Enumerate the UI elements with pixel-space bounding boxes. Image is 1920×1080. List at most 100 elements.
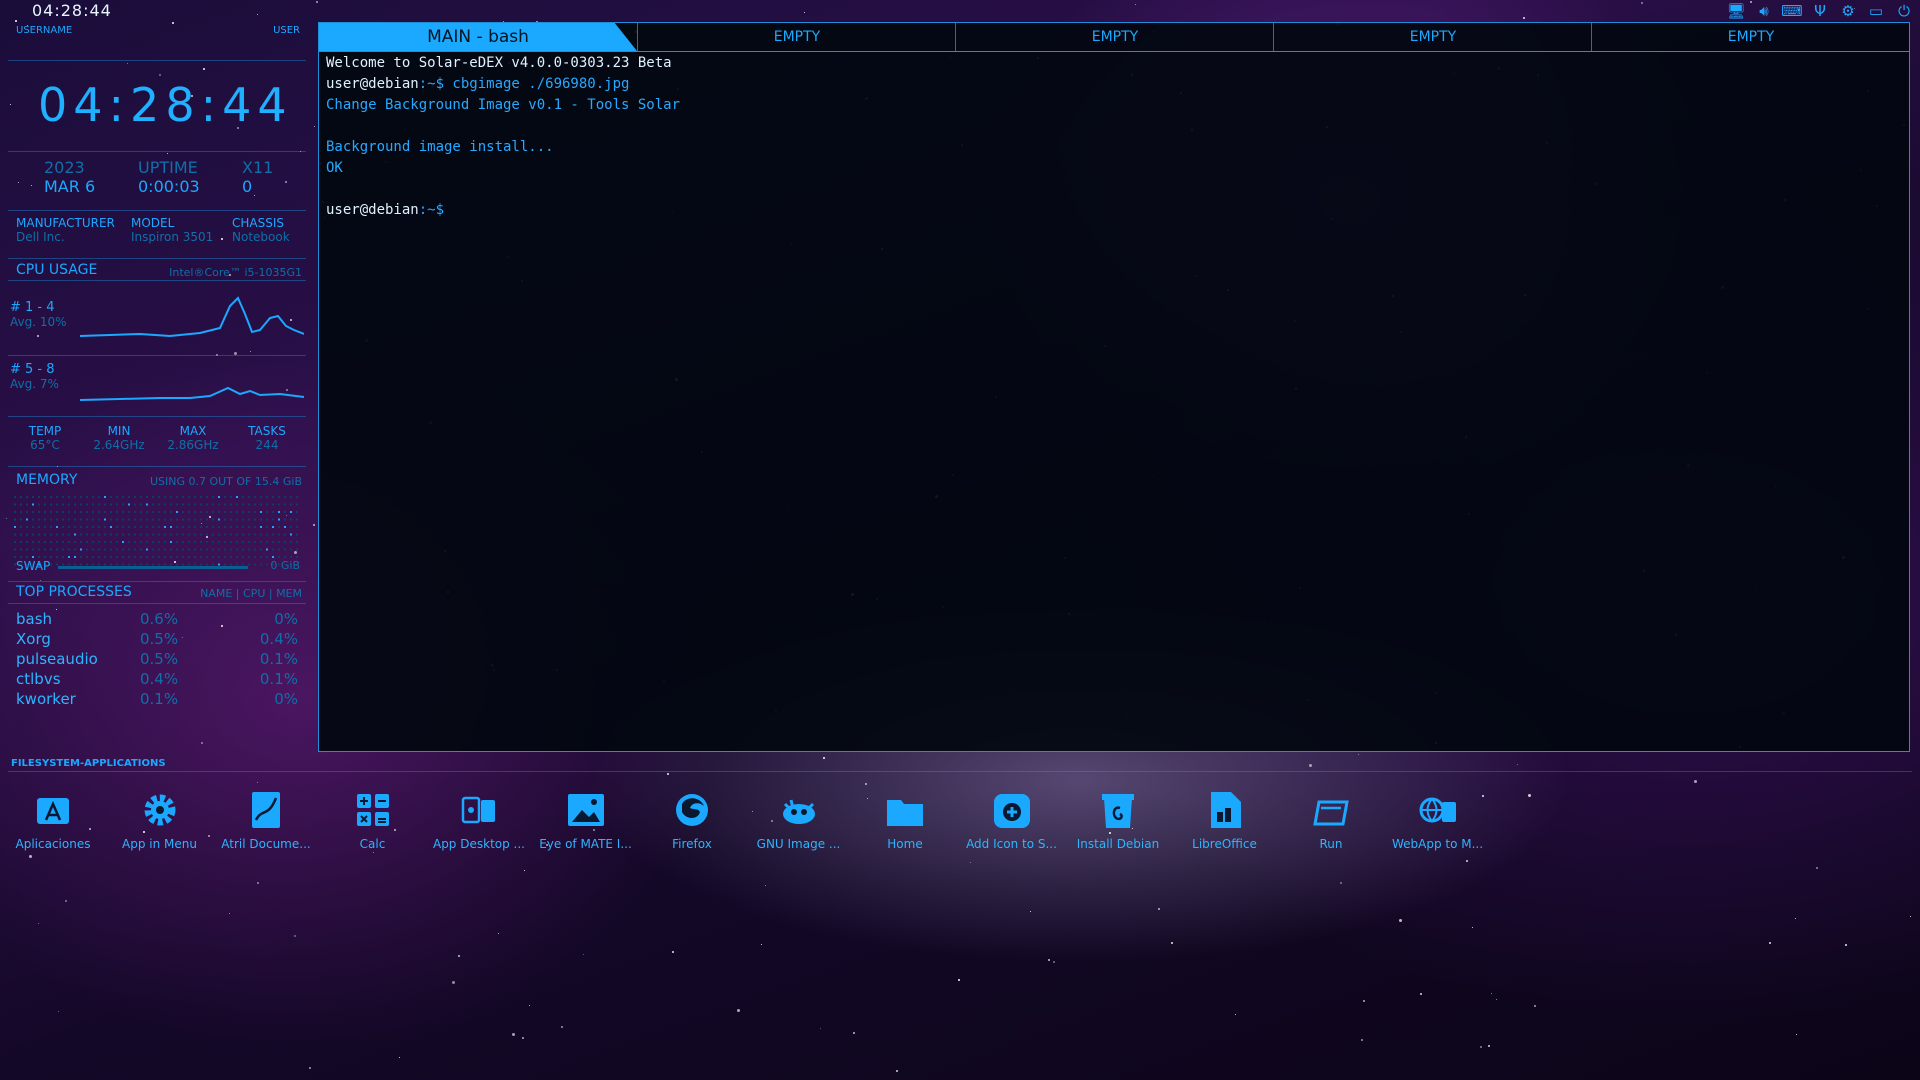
memory-cell [14, 503, 16, 506]
memory-cell [194, 533, 196, 536]
memory-cell [74, 526, 76, 528]
memory-cell [212, 548, 214, 551]
memory-cell [44, 518, 46, 521]
process-columns: NAME | CPU | MEM [200, 587, 302, 600]
power-icon[interactable]: ⏻ [1894, 2, 1914, 20]
dock-app-add-icon-to-s[interactable]: Add Icon to S... [959, 788, 1065, 851]
tab-empty-1[interactable]: EMPTY [637, 23, 956, 51]
memory-cell [212, 541, 214, 543]
memory-cell [38, 518, 40, 521]
memory-cell [14, 496, 16, 498]
memory-cell [194, 511, 196, 513]
memory-cell [80, 503, 82, 506]
memory-cell [296, 556, 298, 558]
memory-cell [122, 518, 124, 521]
memory-cell [98, 556, 100, 558]
terminal-window[interactable]: MAIN - bash EMPTY EMPTY EMPTY EMPTY Welc… [318, 22, 1910, 752]
tab-main-bash[interactable]: MAIN - bash [319, 23, 637, 51]
memory-cell [242, 541, 244, 543]
memory-cell [38, 526, 40, 528]
dock-app-install-debian[interactable]: Install Debian [1065, 788, 1171, 851]
memory-cell [266, 503, 268, 506]
memory-cell [266, 563, 268, 566]
dock-app-gnu-image[interactable]: GNU Image ... [746, 788, 852, 851]
memory-cell [230, 503, 232, 506]
memory-cell [92, 496, 94, 498]
firefox-icon [676, 794, 708, 826]
memory-cell [254, 563, 256, 566]
memory-cell [20, 533, 22, 536]
memory-cell [74, 556, 76, 558]
dock-app-firefox[interactable]: Firefox [639, 788, 745, 851]
memory-cell [62, 541, 64, 543]
memory-cell [80, 526, 82, 528]
memory-cell [20, 511, 22, 513]
memory-cell [86, 503, 88, 506]
dock-app-atril-docume[interactable]: Atril Docume... [213, 788, 319, 851]
tab-empty-4[interactable]: EMPTY [1591, 23, 1910, 51]
memory-cell [146, 533, 148, 536]
battery-icon[interactable]: ▭ [1866, 2, 1886, 20]
memory-cell [170, 503, 172, 506]
settings-icon[interactable]: ⚙︎ [1838, 2, 1858, 20]
memory-cell [92, 548, 94, 551]
dock-app-eye-of-mate-i[interactable]: Eye of MATE I... [533, 788, 639, 851]
memory-cell [164, 526, 166, 528]
usb-icon[interactable]: Ψ [1810, 2, 1830, 20]
memory-cell [14, 548, 16, 551]
memory-cell [248, 533, 250, 536]
memory-cell [80, 511, 82, 513]
terminal-output[interactable]: Welcome to Solar-eDEX v4.0.0-0303.23 Bet… [326, 53, 680, 221]
memory-cell [116, 496, 118, 498]
dock-app-home[interactable]: Home [852, 788, 958, 851]
memory-cell [146, 518, 148, 521]
memory-cell [116, 556, 118, 558]
dock-app-aplicaciones[interactable]: Aplicaciones [0, 788, 106, 851]
memory-cell [254, 556, 256, 558]
memory-cell [170, 496, 172, 498]
monitor-icon[interactable]: 🖥︎ [1726, 2, 1746, 20]
memory-cell [116, 548, 118, 551]
memory-cell [188, 526, 190, 528]
cpu-graph-1 [80, 296, 304, 338]
memory-cell [134, 503, 136, 506]
tab-empty-3[interactable]: EMPTY [1273, 23, 1592, 51]
process-row[interactable]: kworker 0.1% 0% [16, 690, 306, 710]
keyboard-icon[interactable]: ⌨︎ [1781, 2, 1803, 20]
memory-cell [152, 511, 154, 513]
memory-cell [68, 526, 70, 528]
process-row[interactable]: bash 0.6% 0% [16, 610, 306, 630]
memory-cell [278, 548, 280, 551]
memory-cell [26, 526, 28, 528]
memory-cell [272, 556, 274, 558]
memory-cell [44, 503, 46, 506]
memory-cell [98, 518, 100, 521]
dock-app-run[interactable]: Run [1278, 788, 1384, 851]
memory-cell [296, 503, 298, 506]
memory-cell [194, 526, 196, 528]
dock-app-libreoffice[interactable]: LibreOffice [1172, 788, 1278, 851]
memory-cell [110, 541, 112, 543]
gimp-icon [782, 799, 815, 824]
memory-cell [260, 541, 262, 543]
process-row[interactable]: Xorg 0.5% 0.4% [16, 630, 306, 650]
memory-cell [260, 563, 262, 566]
memory-cell [188, 533, 190, 536]
dock-app-app-desktop[interactable]: App Desktop ... [426, 788, 532, 851]
memory-cell [110, 526, 112, 528]
terminal-prompt-line[interactable]: user@debian:~$ [326, 200, 680, 221]
memory-cell [242, 548, 244, 551]
dock-app-webapp-to-m[interactable]: WebApp to M... [1385, 788, 1491, 851]
process-row[interactable]: pulseaudio 0.5% 0.1% [16, 650, 306, 670]
memory-cell [254, 541, 256, 543]
memory-cell [254, 548, 256, 551]
dock-app-label: App Desktop ... [432, 837, 525, 851]
dock-app-app-in-menu[interactable]: App in Menu [107, 788, 213, 851]
volume-icon[interactable]: 🔊︎ [1754, 2, 1774, 20]
memory-cell [104, 503, 106, 506]
memory-cell [164, 503, 166, 506]
memory-cell [32, 548, 34, 551]
process-row[interactable]: ctlbvs 0.4% 0.1% [16, 670, 306, 690]
dock-app-calc[interactable]: Calc [320, 788, 426, 851]
tab-empty-2[interactable]: EMPTY [955, 23, 1274, 51]
